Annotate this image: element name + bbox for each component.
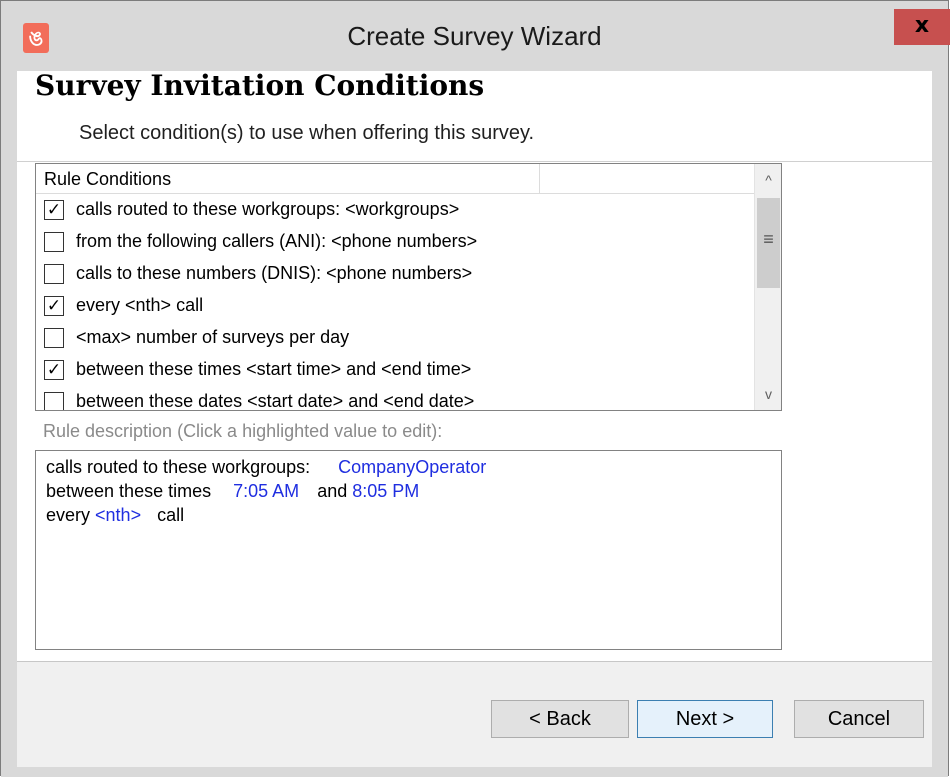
scroll-thumb[interactable]: ≡ (757, 198, 780, 288)
rule-conditions-list[interactable]: Rule Conditions ✓ calls routed to these … (35, 163, 782, 411)
next-button[interactable]: Next > (637, 700, 773, 738)
condition-checkbox[interactable] (44, 328, 64, 348)
condition-item-dnis[interactable]: calls to these numbers (DNIS): <phone nu… (44, 260, 744, 292)
condition-item-max-surveys[interactable]: <max> number of surveys per day (44, 324, 744, 356)
rule-conditions-header[interactable]: Rule Conditions (36, 164, 754, 194)
column-header-label: Rule Conditions (44, 169, 172, 189)
condition-label[interactable]: <max> number of surveys per day (76, 327, 349, 348)
description-text: every (46, 505, 91, 525)
close-button[interactable]: x (894, 9, 950, 45)
condition-item-dates[interactable]: between these dates <start date> and <en… (44, 388, 744, 410)
condition-label[interactable]: from the following callers (ANI): <phone… (76, 231, 477, 252)
scroll-down-icon[interactable]: v (755, 382, 781, 406)
page-subtitle: Select condition(s) to use when offering… (79, 122, 535, 144)
description-line: every <nth> call (46, 505, 184, 526)
wizard-window: ঙ Create Survey Wizard x Survey Invitati… (0, 0, 950, 777)
vertical-scrollbar[interactable]: ^ ≡ v (754, 164, 781, 410)
rule-description-box[interactable]: calls routed to these workgroups: Compan… (35, 450, 782, 650)
cancel-button[interactable]: Cancel (794, 700, 924, 738)
workgroup-value-link[interactable]: CompanyOperator (338, 457, 486, 477)
condition-checkbox[interactable]: ✓ (44, 296, 64, 316)
title-bar[interactable]: ঙ Create Survey Wizard x (1, 1, 950, 71)
condition-item-ani[interactable]: from the following callers (ANI): <phone… (44, 228, 744, 260)
column-separator[interactable] (539, 164, 540, 194)
rule-description-label: Rule description (Click a highlighted va… (43, 421, 443, 441)
description-text: and (317, 481, 348, 501)
condition-item-nth-call[interactable]: ✓ every <nth> call (44, 292, 744, 324)
window-title: Create Survey Wizard (347, 21, 602, 51)
page-title: Survey Invitation Conditions (35, 69, 485, 102)
description-text: between these times (46, 481, 212, 501)
end-time-value-link[interactable]: 8:05 PM (352, 481, 419, 501)
scroll-up-icon[interactable]: ^ (755, 168, 781, 192)
grip-icon: ≡ (763, 229, 774, 249)
nth-value-link[interactable]: <nth> (95, 505, 141, 525)
condition-checkbox[interactable] (44, 232, 64, 252)
description-text: calls routed to these workgroups: (46, 457, 311, 477)
condition-label[interactable]: calls routed to these workgroups: <workg… (76, 199, 459, 220)
back-button[interactable]: < Back (491, 700, 629, 738)
condition-label[interactable]: calls to these numbers (DNIS): <phone nu… (76, 263, 472, 284)
frame-bottom (1, 767, 948, 777)
description-line: between these times 7:05 AM and 8:05 PM (46, 481, 419, 502)
condition-label[interactable]: every <nth> call (76, 295, 203, 316)
condition-checkbox[interactable] (44, 264, 64, 284)
description-line: calls routed to these workgroups: Compan… (46, 457, 486, 478)
condition-checkbox[interactable]: ✓ (44, 200, 64, 220)
condition-checkbox[interactable]: ✓ (44, 360, 64, 380)
condition-checkbox[interactable] (44, 392, 64, 410)
condition-item-workgroups[interactable]: ✓ calls routed to these workgroups: <wor… (44, 196, 744, 228)
condition-label[interactable]: between these times <start time> and <en… (76, 359, 471, 380)
frame-right (932, 71, 948, 777)
start-time-value-link[interactable]: 7:05 AM (233, 481, 299, 501)
frame-left (1, 71, 17, 777)
condition-label[interactable]: between these dates <start date> and <en… (76, 391, 474, 410)
condition-item-times[interactable]: ✓ between these times <start time> and <… (44, 356, 744, 388)
description-text: call (157, 505, 185, 525)
header-divider (17, 161, 932, 162)
